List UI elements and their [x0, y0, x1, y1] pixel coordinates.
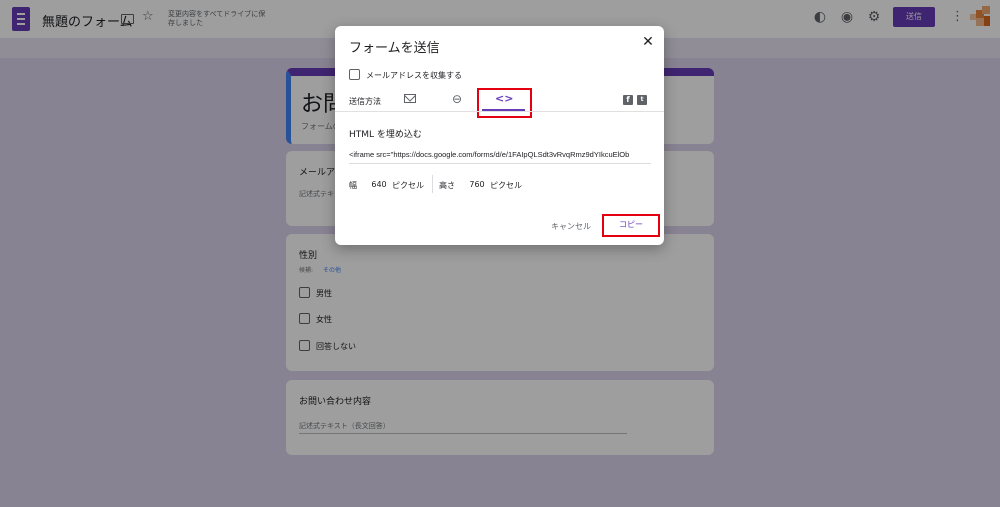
- embed-code-underline: [349, 163, 651, 164]
- send-form-dialog: フォームを送信 ✕ メールアドレスを収集する 送信方法 ⊖ <> f t HTM…: [335, 26, 664, 245]
- copy-button[interactable]: コピー: [602, 214, 660, 237]
- cancel-button[interactable]: キャンセル: [551, 221, 591, 232]
- embed-code-field[interactable]: <iframe src="https://docs.google.com/for…: [349, 150, 651, 159]
- width-unit: ピクセル: [392, 181, 424, 190]
- collect-email-checkbox[interactable]: [349, 69, 360, 80]
- dimension-separator: [432, 175, 433, 193]
- link-icon: ⊖: [451, 92, 463, 106]
- tab-email[interactable]: [403, 92, 419, 108]
- height-input[interactable]: 760: [466, 180, 488, 189]
- collect-email-label[interactable]: メールアドレスを収集する: [366, 70, 462, 81]
- tab-divider: [335, 111, 664, 112]
- twitter-icon[interactable]: t: [637, 95, 647, 105]
- width-label: 幅: [349, 181, 357, 190]
- email-icon: [404, 94, 416, 103]
- facebook-icon[interactable]: f: [623, 95, 633, 105]
- height-label: 高さ: [439, 181, 455, 190]
- width-input[interactable]: 640: [368, 180, 390, 189]
- embed-heading: HTML を埋め込む: [349, 130, 422, 140]
- tab-link[interactable]: ⊖: [449, 92, 465, 108]
- highlight-box-embed-tab: [477, 88, 532, 118]
- close-icon[interactable]: ✕: [640, 34, 656, 50]
- height-unit: ピクセル: [490, 181, 522, 190]
- dialog-title: フォームを送信: [349, 41, 440, 56]
- send-via-label: 送信方法: [349, 97, 381, 106]
